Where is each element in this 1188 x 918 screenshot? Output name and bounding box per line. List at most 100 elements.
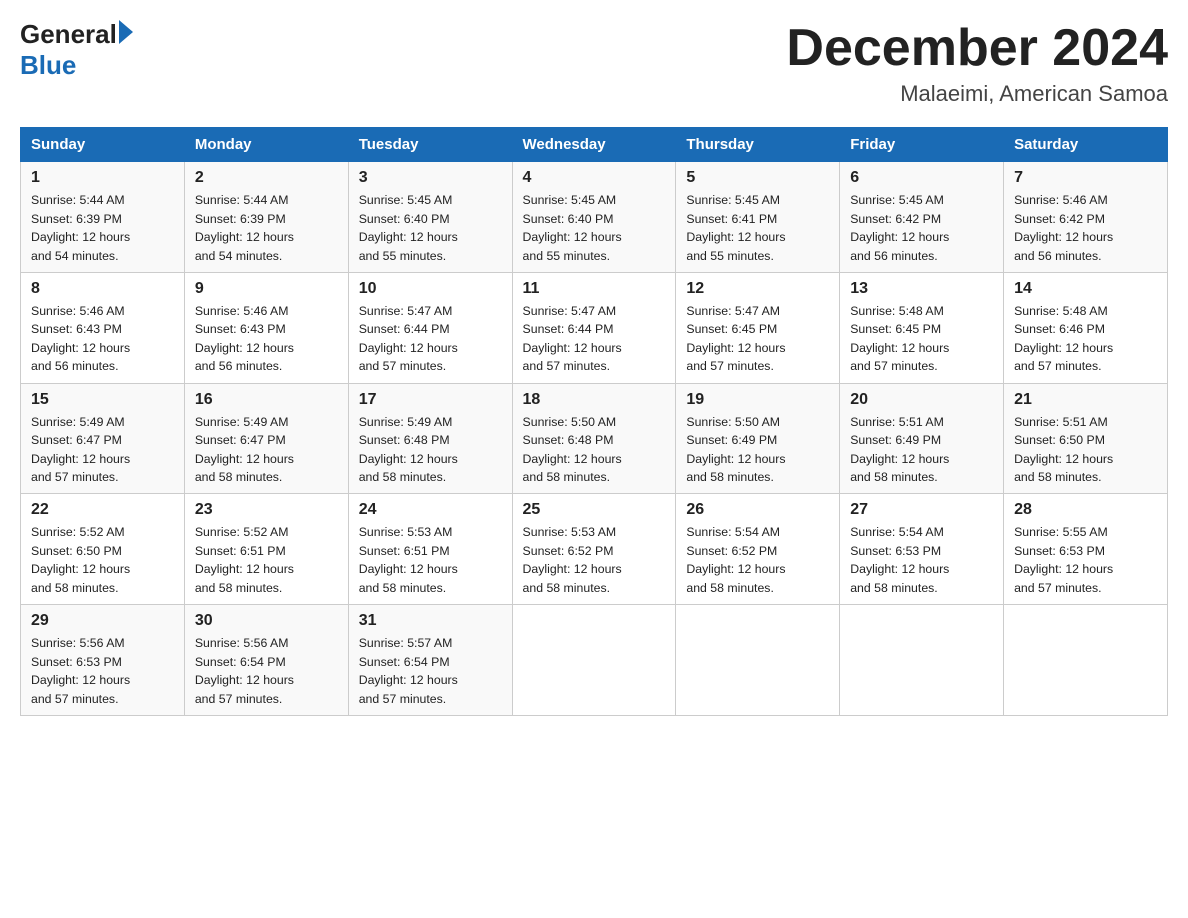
day-number: 15 (31, 391, 174, 409)
logo-triangle-icon (119, 20, 133, 44)
day-number: 4 (523, 169, 666, 187)
day-number: 18 (523, 391, 666, 409)
day-info: Sunrise: 5:54 AMSunset: 6:53 PMDaylight:… (850, 525, 949, 594)
day-number: 16 (195, 391, 338, 409)
calendar-cell: 14 Sunrise: 5:48 AMSunset: 6:46 PMDaylig… (1004, 272, 1168, 383)
day-number: 27 (850, 501, 993, 519)
day-number: 7 (1014, 169, 1157, 187)
week-row-5: 29 Sunrise: 5:56 AMSunset: 6:53 PMDaylig… (21, 605, 1168, 716)
day-number: 14 (1014, 280, 1157, 298)
calendar-cell (1004, 605, 1168, 716)
day-info: Sunrise: 5:51 AMSunset: 6:49 PMDaylight:… (850, 415, 949, 484)
calendar-cell: 9 Sunrise: 5:46 AMSunset: 6:43 PMDayligh… (184, 272, 348, 383)
day-info: Sunrise: 5:53 AMSunset: 6:52 PMDaylight:… (523, 525, 622, 594)
month-title: December 2024 (786, 20, 1168, 77)
calendar-cell (840, 605, 1004, 716)
page-header: General Blue December 2024 Malaeimi, Ame… (20, 20, 1168, 107)
day-info: Sunrise: 5:44 AMSunset: 6:39 PMDaylight:… (31, 193, 130, 262)
header-row: Sunday Monday Tuesday Wednesday Thursday… (21, 128, 1168, 162)
day-number: 10 (359, 280, 502, 298)
day-info: Sunrise: 5:55 AMSunset: 6:53 PMDaylight:… (1014, 525, 1113, 594)
logo-text-blue: Blue (20, 51, 76, 80)
day-info: Sunrise: 5:48 AMSunset: 6:46 PMDaylight:… (1014, 304, 1113, 373)
day-number: 19 (686, 391, 829, 409)
day-info: Sunrise: 5:49 AMSunset: 6:48 PMDaylight:… (359, 415, 458, 484)
calendar-cell: 21 Sunrise: 5:51 AMSunset: 6:50 PMDaylig… (1004, 383, 1168, 494)
day-number: 25 (523, 501, 666, 519)
day-info: Sunrise: 5:51 AMSunset: 6:50 PMDaylight:… (1014, 415, 1113, 484)
calendar-cell: 25 Sunrise: 5:53 AMSunset: 6:52 PMDaylig… (512, 494, 676, 605)
day-number: 1 (31, 169, 174, 187)
calendar-cell: 28 Sunrise: 5:55 AMSunset: 6:53 PMDaylig… (1004, 494, 1168, 605)
calendar-table: Sunday Monday Tuesday Wednesday Thursday… (20, 127, 1168, 716)
day-number: 31 (359, 612, 502, 630)
calendar-cell: 12 Sunrise: 5:47 AMSunset: 6:45 PMDaylig… (676, 272, 840, 383)
day-number: 30 (195, 612, 338, 630)
calendar-cell: 27 Sunrise: 5:54 AMSunset: 6:53 PMDaylig… (840, 494, 1004, 605)
day-info: Sunrise: 5:50 AMSunset: 6:49 PMDaylight:… (686, 415, 785, 484)
day-number: 11 (523, 280, 666, 298)
calendar-cell: 20 Sunrise: 5:51 AMSunset: 6:49 PMDaylig… (840, 383, 1004, 494)
day-number: 3 (359, 169, 502, 187)
day-info: Sunrise: 5:49 AMSunset: 6:47 PMDaylight:… (31, 415, 130, 484)
day-number: 12 (686, 280, 829, 298)
location-title: Malaeimi, American Samoa (786, 81, 1168, 107)
day-number: 26 (686, 501, 829, 519)
day-info: Sunrise: 5:49 AMSunset: 6:47 PMDaylight:… (195, 415, 294, 484)
day-info: Sunrise: 5:47 AMSunset: 6:44 PMDaylight:… (359, 304, 458, 373)
day-info: Sunrise: 5:47 AMSunset: 6:45 PMDaylight:… (686, 304, 785, 373)
calendar-cell (512, 605, 676, 716)
calendar-cell: 31 Sunrise: 5:57 AMSunset: 6:54 PMDaylig… (348, 605, 512, 716)
day-number: 2 (195, 169, 338, 187)
day-info: Sunrise: 5:45 AMSunset: 6:40 PMDaylight:… (523, 193, 622, 262)
day-info: Sunrise: 5:56 AMSunset: 6:53 PMDaylight:… (31, 636, 130, 705)
day-number: 28 (1014, 501, 1157, 519)
calendar-cell: 30 Sunrise: 5:56 AMSunset: 6:54 PMDaylig… (184, 605, 348, 716)
title-block: December 2024 Malaeimi, American Samoa (786, 20, 1168, 107)
day-info: Sunrise: 5:54 AMSunset: 6:52 PMDaylight:… (686, 525, 785, 594)
col-thursday: Thursday (676, 128, 840, 162)
day-info: Sunrise: 5:46 AMSunset: 6:43 PMDaylight:… (195, 304, 294, 373)
calendar-cell: 5 Sunrise: 5:45 AMSunset: 6:41 PMDayligh… (676, 162, 840, 273)
day-number: 9 (195, 280, 338, 298)
week-row-3: 15 Sunrise: 5:49 AMSunset: 6:47 PMDaylig… (21, 383, 1168, 494)
day-info: Sunrise: 5:47 AMSunset: 6:44 PMDaylight:… (523, 304, 622, 373)
day-number: 23 (195, 501, 338, 519)
calendar-cell: 3 Sunrise: 5:45 AMSunset: 6:40 PMDayligh… (348, 162, 512, 273)
day-number: 22 (31, 501, 174, 519)
calendar-cell: 23 Sunrise: 5:52 AMSunset: 6:51 PMDaylig… (184, 494, 348, 605)
calendar-cell: 19 Sunrise: 5:50 AMSunset: 6:49 PMDaylig… (676, 383, 840, 494)
logo-text-general: General (20, 20, 117, 49)
col-sunday: Sunday (21, 128, 185, 162)
calendar-cell: 29 Sunrise: 5:56 AMSunset: 6:53 PMDaylig… (21, 605, 185, 716)
day-number: 20 (850, 391, 993, 409)
calendar-cell: 13 Sunrise: 5:48 AMSunset: 6:45 PMDaylig… (840, 272, 1004, 383)
calendar-cell: 2 Sunrise: 5:44 AMSunset: 6:39 PMDayligh… (184, 162, 348, 273)
day-info: Sunrise: 5:45 AMSunset: 6:42 PMDaylight:… (850, 193, 949, 262)
col-wednesday: Wednesday (512, 128, 676, 162)
day-number: 8 (31, 280, 174, 298)
day-info: Sunrise: 5:46 AMSunset: 6:43 PMDaylight:… (31, 304, 130, 373)
col-monday: Monday (184, 128, 348, 162)
day-number: 13 (850, 280, 993, 298)
calendar-cell: 1 Sunrise: 5:44 AMSunset: 6:39 PMDayligh… (21, 162, 185, 273)
day-number: 21 (1014, 391, 1157, 409)
day-info: Sunrise: 5:45 AMSunset: 6:40 PMDaylight:… (359, 193, 458, 262)
day-info: Sunrise: 5:44 AMSunset: 6:39 PMDaylight:… (195, 193, 294, 262)
calendar-cell: 15 Sunrise: 5:49 AMSunset: 6:47 PMDaylig… (21, 383, 185, 494)
calendar-cell: 4 Sunrise: 5:45 AMSunset: 6:40 PMDayligh… (512, 162, 676, 273)
day-number: 29 (31, 612, 174, 630)
week-row-4: 22 Sunrise: 5:52 AMSunset: 6:50 PMDaylig… (21, 494, 1168, 605)
calendar-cell: 22 Sunrise: 5:52 AMSunset: 6:50 PMDaylig… (21, 494, 185, 605)
calendar-cell: 7 Sunrise: 5:46 AMSunset: 6:42 PMDayligh… (1004, 162, 1168, 273)
day-number: 17 (359, 391, 502, 409)
day-info: Sunrise: 5:52 AMSunset: 6:50 PMDaylight:… (31, 525, 130, 594)
day-info: Sunrise: 5:45 AMSunset: 6:41 PMDaylight:… (686, 193, 785, 262)
calendar-cell: 8 Sunrise: 5:46 AMSunset: 6:43 PMDayligh… (21, 272, 185, 383)
day-number: 6 (850, 169, 993, 187)
week-row-2: 8 Sunrise: 5:46 AMSunset: 6:43 PMDayligh… (21, 272, 1168, 383)
week-row-1: 1 Sunrise: 5:44 AMSunset: 6:39 PMDayligh… (21, 162, 1168, 273)
calendar-cell: 16 Sunrise: 5:49 AMSunset: 6:47 PMDaylig… (184, 383, 348, 494)
day-info: Sunrise: 5:48 AMSunset: 6:45 PMDaylight:… (850, 304, 949, 373)
day-info: Sunrise: 5:52 AMSunset: 6:51 PMDaylight:… (195, 525, 294, 594)
